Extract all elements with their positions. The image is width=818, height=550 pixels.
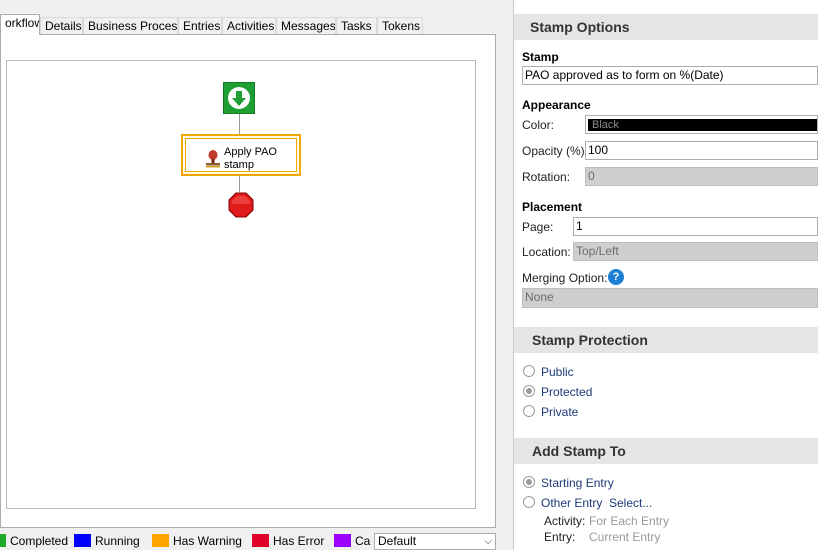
activity-label: Activity:	[544, 514, 586, 528]
tab-activities[interactable]: Activities	[222, 17, 276, 34]
legend-has-warning: Has Warning	[152, 533, 242, 549]
color-value: Black	[588, 119, 817, 131]
entry-value: Current Entry	[589, 530, 661, 544]
connector-line	[239, 176, 240, 192]
radio-public-label[interactable]: Public	[541, 365, 574, 379]
radio-starting-entry[interactable]	[523, 476, 535, 488]
tab-workflow[interactable]: orkflow	[0, 14, 40, 35]
radio-protected-label[interactable]: Protected	[541, 385, 592, 399]
start-arrow-icon	[228, 87, 250, 109]
radio-protected[interactable]	[523, 385, 535, 397]
opacity-field[interactable]: 100	[585, 141, 818, 160]
stamp-icon	[206, 150, 220, 168]
tab-tokens[interactable]: Tokens	[377, 17, 423, 34]
opacity-label: Opacity (%):	[522, 144, 589, 158]
legend-has-error: Has Error	[252, 533, 324, 549]
chevron-down-icon: ⌵	[484, 536, 492, 547]
connector-line	[239, 114, 240, 134]
merging-option-dropdown: None	[522, 288, 818, 308]
legend-swatch	[74, 534, 91, 547]
radio-private-label[interactable]: Private	[541, 405, 578, 419]
tab-messages[interactable]: Messages	[276, 17, 336, 34]
activity-label: Apply PAO stamp	[224, 146, 277, 171]
location-field: Top/Left	[573, 242, 818, 261]
info-help-icon[interactable]: ?	[608, 269, 624, 285]
section-header-add-stamp-to: Add Stamp To	[514, 438, 818, 464]
radio-public[interactable]	[523, 365, 535, 377]
legend-swatch	[152, 534, 169, 547]
tab-entries[interactable]: Entries	[178, 17, 222, 34]
workflow-canvas[interactable]	[6, 60, 476, 509]
section-header-stamp-options: Stamp Options	[514, 14, 818, 40]
tab-business-process[interactable]: Business Process	[83, 17, 178, 34]
tab-details[interactable]: Details	[40, 17, 83, 34]
tab-tasks[interactable]: Tasks	[336, 17, 377, 34]
legend-cancelled: Ca	[334, 533, 370, 549]
pane-splitter[interactable]	[500, 0, 514, 550]
radio-private[interactable]	[523, 405, 535, 417]
radio-other-entry-label[interactable]: Other Entry	[541, 496, 602, 510]
location-label: Location:	[522, 245, 571, 259]
page-label: Page:	[522, 220, 554, 234]
color-picker[interactable]: Black	[585, 115, 818, 134]
radio-starting-entry-label[interactable]: Starting Entry	[541, 476, 614, 490]
rotation-label: Rotation:	[522, 170, 571, 184]
workflow-pane: orkflow Details Business Process Entries…	[0, 0, 500, 550]
merging-option-label: Merging Option:	[522, 271, 608, 285]
start-node[interactable]	[223, 82, 255, 114]
placement-label: Placement	[522, 200, 583, 214]
section-header-stamp-protection: Stamp Protection	[514, 327, 818, 353]
activity-apply-pao-stamp[interactable]: Apply PAO stamp	[181, 134, 301, 176]
page-field[interactable]: 1	[573, 217, 818, 236]
tab-strip: orkflow Details Business Process Entries…	[0, 14, 500, 35]
color-label: Color:	[522, 118, 555, 132]
view-dropdown[interactable]: Default ⌵	[374, 533, 496, 550]
stop-node-icon[interactable]	[228, 192, 254, 218]
appearance-label: Appearance	[522, 98, 591, 112]
legend-swatch	[252, 534, 269, 547]
legend-completed: Completed	[0, 533, 68, 549]
stamp-label: Stamp	[522, 50, 559, 64]
select-entry-link[interactable]: Select...	[609, 496, 652, 510]
rotation-field: 0	[585, 167, 818, 186]
radio-other-entry[interactable]	[523, 496, 535, 508]
stamp-properties-pane: Stamp Options Stamp PAO approved as to f…	[514, 0, 818, 550]
legend-running: Running	[74, 533, 140, 549]
entry-label: Entry:	[544, 530, 576, 544]
activity-value: For Each Entry	[589, 514, 670, 528]
legend-swatch	[334, 534, 351, 547]
legend-swatch	[0, 534, 6, 547]
stamp-text-field[interactable]: PAO approved as to form on %(Date)	[522, 66, 818, 85]
